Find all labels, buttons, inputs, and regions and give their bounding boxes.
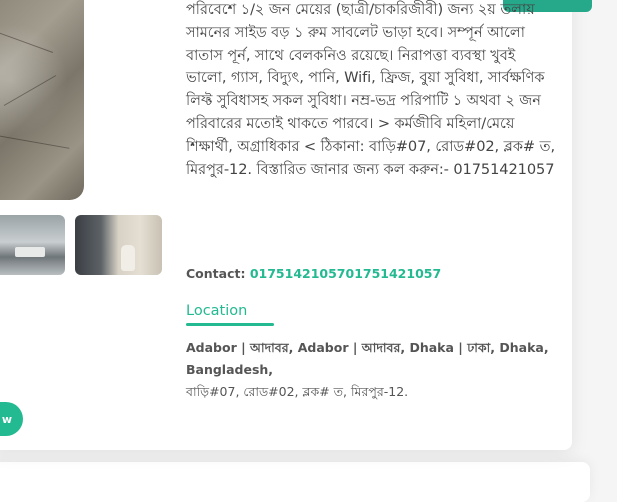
location-address: Adabor | আদাবর, Adabor | আদাবর, Dhaka | …: [186, 337, 556, 403]
street-address: বাড়ি#07, রোড#02, ব্লক# ত, মিরপুর-12.: [186, 384, 409, 399]
contact-phone-link[interactable]: 0175142105701751421057: [250, 266, 441, 281]
view-button-label: w: [1, 412, 12, 426]
main-photo[interactable]: [0, 0, 84, 200]
floor-crack: [0, 132, 70, 149]
floor-crack: [3, 75, 57, 106]
thumbnail-bathroom-sink[interactable]: [0, 215, 65, 275]
toilet-shape: [121, 245, 135, 271]
next-listing-card: [0, 462, 590, 502]
address-areas: Adabor | আদাবর, Adabor | আদাবর, Dhaka | …: [186, 340, 549, 377]
thumbnail-bathroom-toilet[interactable]: [75, 215, 162, 275]
contact-label: Contact:: [186, 266, 246, 281]
floor-crack: [0, 28, 54, 53]
contact-line: Contact: 0175142105701751421057: [186, 266, 441, 281]
location-heading: Location: [186, 303, 248, 319]
location-underline: [186, 323, 274, 326]
listing-description: পরিবেশে ১/২ জন মেয়ের (ছাত্রী/চাকরিজীবী)…: [186, 1, 555, 178]
sink-shape: [15, 247, 45, 257]
